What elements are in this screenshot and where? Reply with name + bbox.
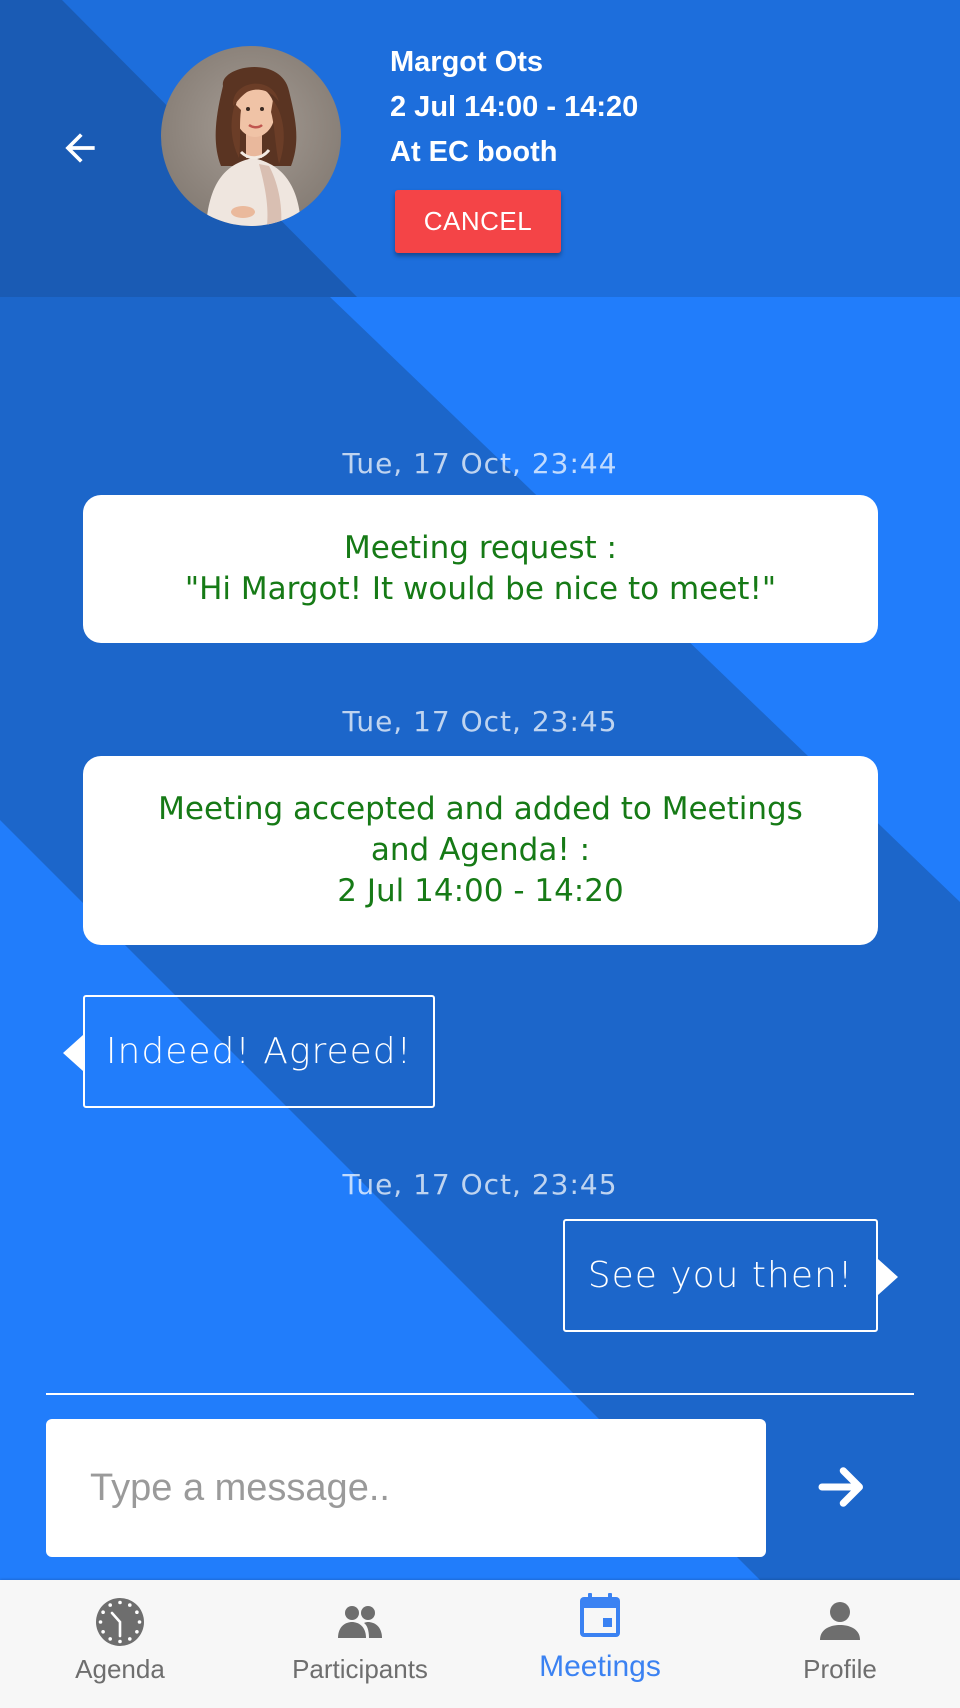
message-timestamp: Tue, 17 Oct, 23:44 (342, 447, 618, 480)
participant-avatar (161, 46, 341, 226)
nav-label: Meetings (539, 1650, 661, 1683)
nav-label: Profile (803, 1654, 877, 1684)
message-input[interactable] (46, 1419, 766, 1557)
system-message-meeting-accepted: Meeting accepted and added to Meetings a… (83, 756, 878, 945)
system-message-line: Meeting request : (344, 530, 617, 566)
clock-icon (96, 1598, 144, 1646)
message-text: Indeed! Agreed! (105, 1031, 413, 1072)
composer-divider (46, 1393, 914, 1395)
calendar-icon (580, 1593, 620, 1637)
arrow-right-icon (818, 1467, 863, 1507)
bottom-navigation: Agenda Participants Meetings Profile (0, 1580, 960, 1708)
system-message-line: "Hi Margot! It would be nice to meet!" (184, 571, 777, 607)
send-button[interactable] (808, 1453, 876, 1521)
back-button[interactable] (56, 124, 104, 172)
system-message-line: 2 Jul 14:00 - 14:20 (337, 873, 624, 909)
meeting-info: Margot Ots 2 Jul 14:00 - 14:20 At EC boo… (390, 40, 638, 175)
people-icon (338, 1606, 382, 1638)
meeting-header: Margot Ots 2 Jul 14:00 - 14:20 At EC boo… (0, 0, 960, 297)
participant-name: Margot Ots (390, 46, 544, 78)
system-message-meeting-request: Meeting request : "Hi Margot! It would b… (83, 495, 878, 643)
person-icon (820, 1602, 860, 1640)
cancel-meeting-button[interactable]: CANCEL (395, 190, 561, 253)
bubble-tail-right (878, 1259, 898, 1295)
nav-label: Participants (292, 1654, 428, 1684)
nav-item-profile[interactable]: Profile (720, 1580, 960, 1708)
chat-thread[interactable]: Tue, 17 Oct, 23:44 Meeting request : "Hi… (0, 297, 960, 1580)
system-message-line: and Agenda! : (370, 832, 591, 868)
message-timestamp: Tue, 17 Oct, 23:45 (342, 1168, 618, 1201)
nav-label: Agenda (75, 1654, 165, 1684)
avatar-portrait (206, 67, 301, 226)
nav-item-participants[interactable]: Participants (240, 1580, 480, 1708)
outgoing-message: See you then! (563, 1219, 898, 1332)
incoming-message: Indeed! Agreed! (63, 995, 435, 1108)
message-text: See you then! (587, 1255, 854, 1296)
meeting-location: At EC booth (390, 136, 558, 168)
meeting-time: 2 Jul 14:00 - 14:20 (390, 91, 639, 123)
message-timestamp: Tue, 17 Oct, 23:45 (342, 705, 618, 738)
bubble-tail-left (63, 1035, 83, 1071)
nav-item-meetings[interactable]: Meetings (480, 1580, 720, 1708)
system-message-line: Meeting accepted and added to Meetings (158, 791, 803, 827)
arrow-left-icon (65, 133, 95, 163)
nav-item-agenda[interactable]: Agenda (0, 1580, 240, 1708)
